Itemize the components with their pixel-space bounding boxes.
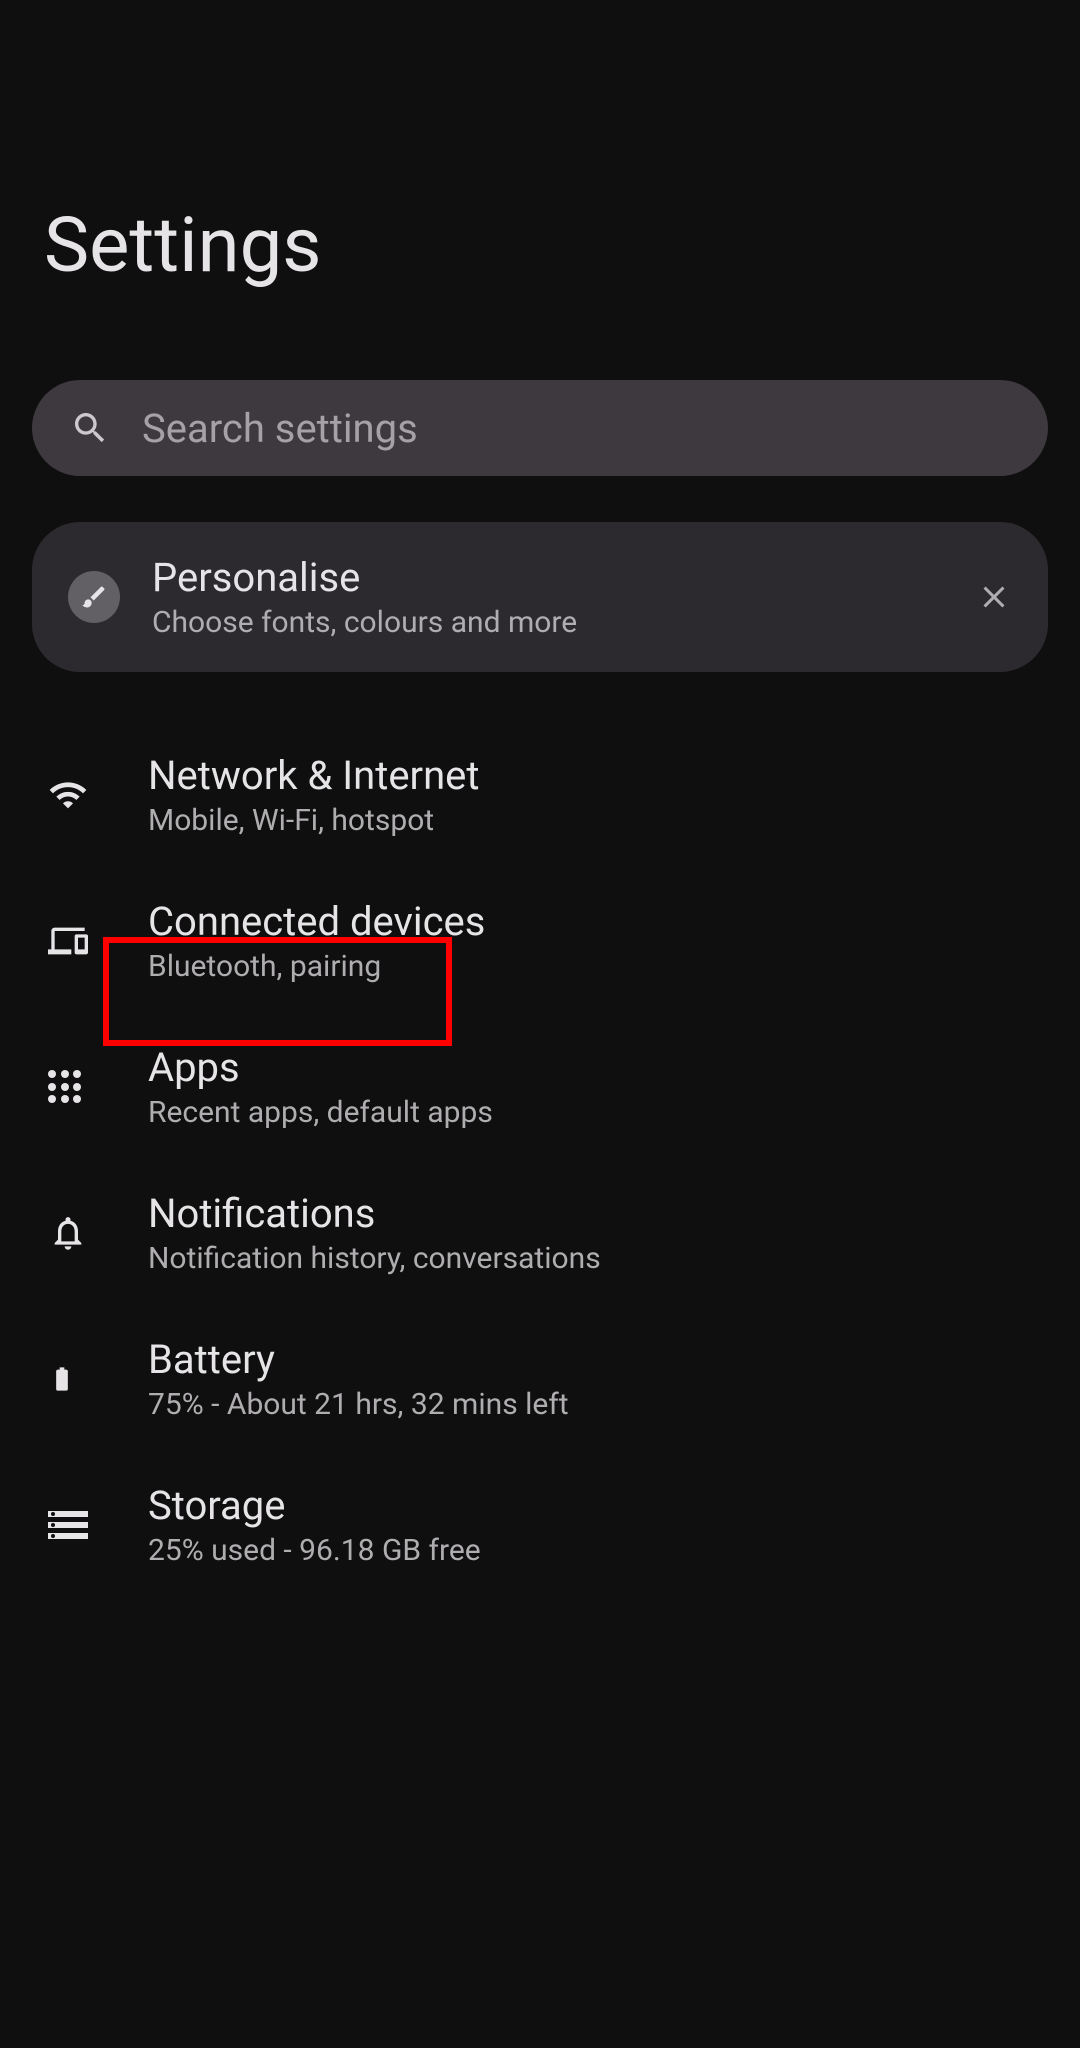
settings-item-storage[interactable]: Storage 25% used - 96.18 GB free [32,1452,1048,1598]
personalise-card[interactable]: Personalise Choose fonts, colours and mo… [32,522,1048,672]
promo-text: Personalise Choose fonts, colours and mo… [152,554,956,640]
item-title: Connected devices [148,898,1036,945]
item-subtitle: 25% used - 96.18 GB free [148,1533,1036,1568]
devices-icon-wrap [44,921,116,961]
promo-title: Personalise [152,554,956,601]
item-text: Storage 25% used - 96.18 GB free [148,1482,1036,1568]
settings-item-network[interactable]: Network & Internet Mobile, Wi-Fi, hotspo… [32,722,1048,868]
close-icon[interactable] [976,579,1012,615]
item-text: Apps Recent apps, default apps [148,1044,1036,1130]
settings-item-battery[interactable]: Battery 75% - About 21 hrs, 32 mins left [32,1306,1048,1452]
wifi-icon [48,775,88,815]
search-bar[interactable]: Search settings [32,380,1048,476]
item-text: Battery 75% - About 21 hrs, 32 mins left [148,1336,1036,1422]
item-title: Notifications [148,1190,1036,1237]
search-placeholder: Search settings [142,405,418,452]
storage-icon-wrap [44,1511,116,1539]
item-text: Network & Internet Mobile, Wi-Fi, hotspo… [148,752,1036,838]
item-text: Connected devices Bluetooth, pairing [148,898,1036,984]
item-title: Apps [148,1044,1036,1091]
settings-item-apps[interactable]: Apps Recent apps, default apps [32,1014,1048,1160]
item-text: Notifications Notification history, conv… [148,1190,1036,1276]
settings-item-connected-devices[interactable]: Connected devices Bluetooth, pairing [32,868,1048,1014]
item-subtitle: Bluetooth, pairing [148,949,1036,984]
brush-icon [80,583,108,611]
battery-icon-wrap [44,1358,116,1400]
item-subtitle: Notification history, conversations [148,1241,1036,1276]
bell-icon [48,1213,88,1253]
settings-item-notifications[interactable]: Notifications Notification history, conv… [32,1160,1048,1306]
bell-icon-wrap [44,1213,116,1253]
item-subtitle: Recent apps, default apps [148,1095,1036,1130]
battery-icon [48,1358,76,1400]
search-icon [70,408,110,448]
item-subtitle: Mobile, Wi-Fi, hotspot [148,803,1036,838]
item-title: Network & Internet [148,752,1036,799]
promo-subtitle: Choose fonts, colours and more [152,605,956,640]
wifi-icon-wrap [44,775,116,815]
apps-icon-wrap [44,1070,116,1104]
storage-icon [48,1511,88,1539]
item-title: Battery [148,1336,1036,1383]
item-subtitle: 75% - About 21 hrs, 32 mins left [148,1387,1036,1422]
page-title: Settings [32,0,1048,380]
brush-icon-wrap [68,571,120,623]
apps-icon [48,1070,82,1104]
devices-icon [48,921,88,961]
item-title: Storage [148,1482,1036,1529]
